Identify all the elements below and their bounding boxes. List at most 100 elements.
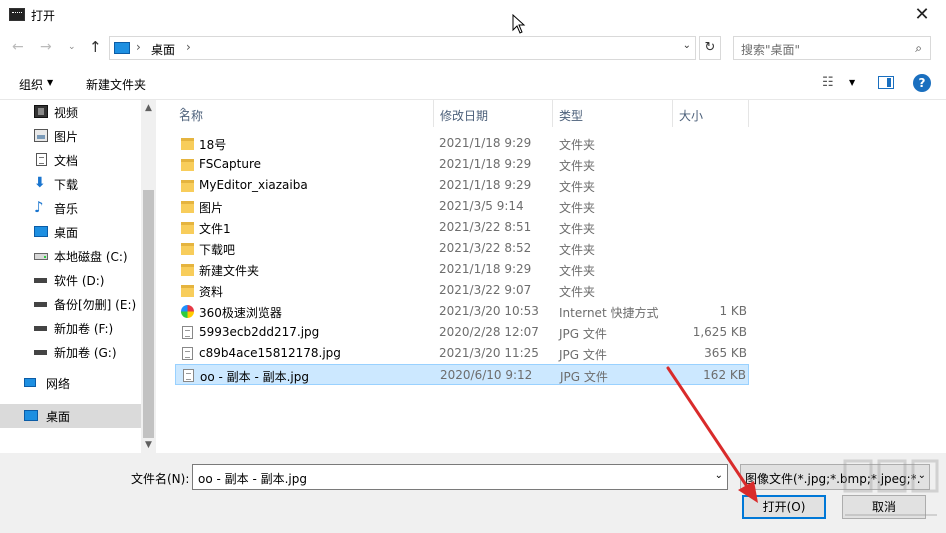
nav-item-label: 网络 (46, 377, 71, 391)
nav-item-drive-g[interactable]: 新加卷 (G:) (0, 340, 141, 364)
nav-item-videos[interactable]: 视频 (0, 100, 141, 124)
file-size: 365 KB (704, 346, 747, 360)
open-button[interactable]: 打开(O) (742, 495, 826, 519)
file-name: 360极速浏览器 (199, 306, 282, 320)
address-dropdown-icon[interactable]: ⌄ (683, 40, 691, 51)
file-name: 下载吧 (199, 243, 236, 257)
column-header-type[interactable]: 类型 (553, 100, 673, 127)
nav-item-drive-d[interactable]: 软件 (D:) (0, 268, 141, 292)
view-dropdown-icon[interactable]: ▼ (849, 78, 855, 87)
nav-item-label: 备份[勿删] (E:) (54, 298, 137, 312)
file-date: 2021/3/22 8:51 (439, 220, 532, 234)
nav-item-label: 下载 (54, 178, 79, 192)
close-button[interactable]: ✕ (902, 2, 942, 28)
filename-input[interactable]: oo - 副本 - 副本.jpg ⌄ (192, 464, 728, 490)
file-name: 5993ecb2dd217.jpg (199, 325, 320, 339)
address-field[interactable]: › 桌面 › ⌄ (109, 36, 696, 60)
folder-icon (181, 222, 194, 234)
help-icon[interactable]: ? (913, 74, 931, 92)
filename-label: 文件名(N): (131, 472, 190, 486)
download-icon: ⬇ (34, 175, 46, 191)
view-options-icon[interactable]: ☷ (822, 75, 834, 90)
nav-item-downloads[interactable]: ⬇ 下载 (0, 172, 141, 196)
nav-item-documents[interactable]: 文档 (0, 148, 141, 172)
file-row[interactable]: 18号 2021/1/18 9:29 文件夹 (175, 133, 749, 154)
file-name: MyEditor_xiazaiba (199, 178, 308, 192)
local-disk-icon (34, 253, 48, 260)
file-size: 1,625 KB (692, 325, 747, 339)
file-row[interactable]: MyEditor_xiazaiba 2021/1/18 9:29 文件夹 (175, 175, 749, 196)
nav-item-music[interactable]: ♪ 音乐 (0, 196, 141, 220)
file-row[interactable]: 文件1 2021/3/22 8:51 文件夹 (175, 217, 749, 238)
nav-item-desktop-root[interactable]: 桌面 (0, 404, 141, 428)
file-type: 文件夹 (559, 138, 596, 152)
file-row-selected[interactable]: oo - 副本 - 副本.jpg 2020/6/10 9:12 JPG 文件 1… (175, 364, 749, 385)
file-name: c89b4ace15812178.jpg (199, 346, 341, 360)
search-icon[interactable]: ⌕ (915, 41, 922, 56)
folder-icon (181, 285, 194, 297)
file-name-panel: 文件名(N): oo - 副本 - 副本.jpg ⌄ 图像文件(*.jpg;*.… (0, 453, 946, 533)
organize-button[interactable]: 组织 (19, 76, 43, 93)
drive-icon (34, 278, 47, 283)
file-row[interactable]: 资料 2021/3/22 9:07 文件夹 (175, 280, 749, 301)
desktop-icon (34, 226, 48, 237)
file-row[interactable]: FSCapture 2021/1/18 9:29 文件夹 (175, 154, 749, 175)
scroll-up-icon[interactable]: ▲ (141, 103, 156, 113)
nav-item-network[interactable]: 网络 (0, 371, 141, 395)
recent-locations-button[interactable]: ⌄ (68, 42, 76, 52)
file-row[interactable]: 5993ecb2dd217.jpg 2020/2/28 12:07 JPG 文件… (175, 322, 749, 343)
file-row[interactable]: c89b4ace15812178.jpg 2021/3/20 11:25 JPG… (175, 343, 749, 364)
up-button[interactable]: ↑ (89, 38, 102, 56)
image-file-icon (182, 326, 193, 339)
back-button[interactable]: ← (12, 39, 24, 55)
desktop-icon (114, 42, 130, 54)
file-date: 2021/3/20 11:25 (439, 346, 539, 360)
file-type: Internet 快捷方式 (559, 306, 659, 320)
drive-icon (34, 326, 47, 331)
forward-button[interactable]: → (40, 39, 52, 55)
file-row[interactable]: 图片 2021/3/5 9:14 文件夹 (175, 196, 749, 217)
filename-dropdown-icon[interactable]: ⌄ (715, 470, 723, 481)
pictures-icon (34, 129, 48, 142)
nav-item-drive-f[interactable]: 新加卷 (F:) (0, 316, 141, 340)
nav-item-drive-e[interactable]: 备份[勿删] (E:) (0, 292, 141, 316)
folder-icon (181, 138, 194, 150)
music-icon: ♪ (34, 198, 44, 216)
file-type: 文件夹 (559, 222, 596, 236)
file-row[interactable]: 新建文件夹 2021/1/18 9:29 文件夹 (175, 259, 749, 280)
nav-item-label: 桌面 (46, 410, 71, 424)
nav-item-drive-c[interactable]: 本地磁盘 (C:) (0, 244, 141, 268)
file-name: 文件1 (199, 222, 231, 236)
column-header-date[interactable]: 修改日期 (434, 100, 553, 127)
search-input[interactable]: 搜索"桌面" ⌕ (733, 36, 931, 60)
new-folder-button[interactable]: 新建文件夹 (86, 76, 146, 93)
scroll-down-icon[interactable]: ▼ (141, 440, 156, 450)
file-name: 图片 (199, 201, 224, 215)
nav-scrollbar[interactable]: ▲ ▼ (141, 100, 156, 453)
nav-item-label: 新加卷 (G:) (54, 346, 117, 360)
scroll-thumb[interactable] (143, 190, 154, 438)
breadcrumb-chevron-icon[interactable]: › (136, 40, 141, 54)
drive-icon (34, 350, 47, 355)
video-icon (34, 105, 48, 118)
sort-ascending-icon: ^ (179, 107, 188, 118)
file-date: 2021/3/5 9:14 (439, 199, 524, 213)
file-type: JPG 文件 (559, 348, 607, 362)
nav-item-desktop[interactable]: 桌面 (0, 220, 141, 244)
column-header-name[interactable]: 名称 ^ (173, 100, 434, 127)
file-row[interactable]: 360极速浏览器 2021/3/20 10:53 Internet 快捷方式 1… (175, 301, 749, 322)
desktop-icon (24, 410, 38, 421)
file-type: 文件夹 (559, 201, 596, 215)
file-name: 资料 (199, 285, 224, 299)
organize-dropdown-icon[interactable]: ▼ (47, 78, 53, 87)
breadcrumb-desktop[interactable]: 桌面 (151, 41, 175, 58)
file-size: 162 KB (703, 368, 746, 382)
breadcrumb-chevron-icon[interactable]: › (186, 40, 191, 54)
file-date: 2021/1/18 9:29 (439, 136, 532, 150)
nav-item-pictures[interactable]: 图片 (0, 124, 141, 148)
file-row[interactable]: 下载吧 2021/3/22 8:52 文件夹 (175, 238, 749, 259)
preview-pane-icon[interactable] (878, 76, 894, 89)
filename-value[interactable]: oo - 副本 - 副本.jpg (198, 470, 307, 487)
refresh-button[interactable]: ↻ (699, 36, 721, 60)
column-header-size[interactable]: 大小 (673, 100, 749, 127)
